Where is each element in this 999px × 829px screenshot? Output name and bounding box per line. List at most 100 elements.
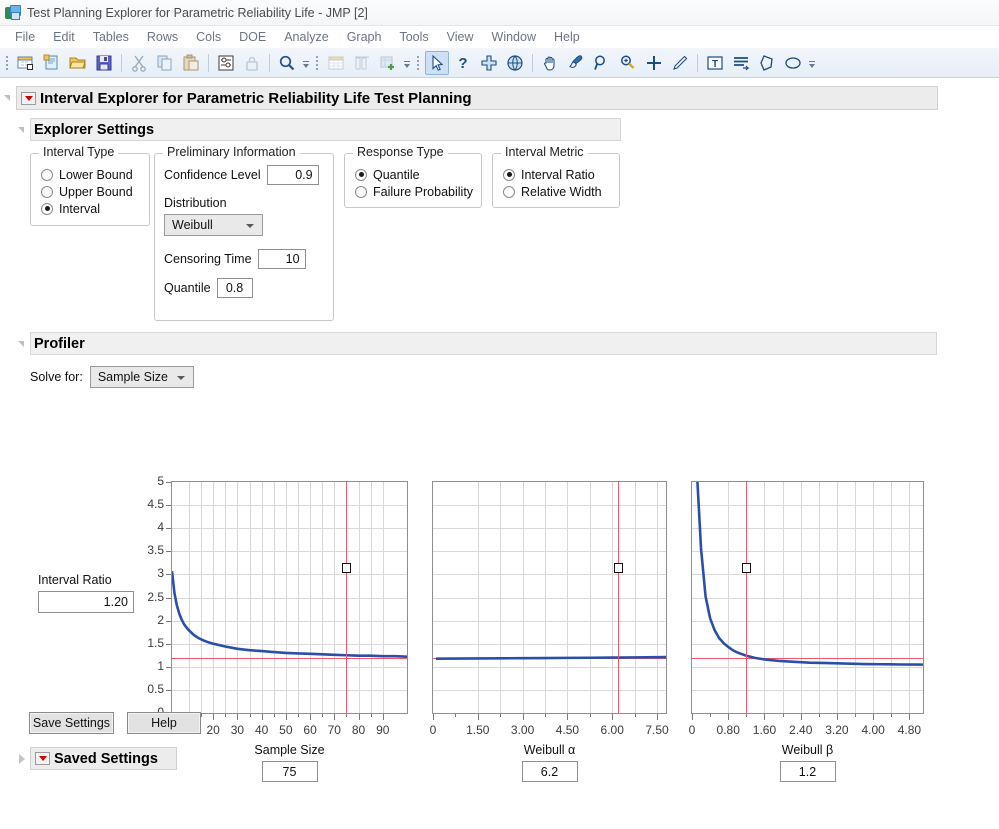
menu-item-tables[interactable]: Tables <box>84 30 138 44</box>
crosshair-icon[interactable] <box>477 51 501 75</box>
x-axis-minor-tick <box>545 714 546 717</box>
x-axis-minor-tick <box>590 714 591 717</box>
hand-grabber-icon[interactable] <box>538 51 562 75</box>
radio-label: Quantile <box>373 168 420 182</box>
factor-value-input[interactable]: 1.2 <box>780 761 836 782</box>
toolbar-overflow-icon[interactable] <box>402 52 412 74</box>
new-column-icon[interactable] <box>376 51 400 75</box>
columns-icon[interactable] <box>350 51 374 75</box>
cut-icon[interactable] <box>127 51 151 75</box>
toolbar-overflow-icon[interactable] <box>807 52 817 74</box>
toolbar-grip[interactable] <box>314 53 321 73</box>
confidence-level-input[interactable]: 0.9 <box>267 165 319 185</box>
y-axis-tick <box>166 505 171 506</box>
new-data-table-icon[interactable] <box>14 51 38 75</box>
y-axis-tick <box>166 528 171 529</box>
radio-lower-bound[interactable]: Lower Bound <box>41 166 133 183</box>
toolbar-overflow-icon[interactable] <box>301 52 311 74</box>
menu-item-doe[interactable]: DOE <box>230 30 275 44</box>
x-axis-tick <box>262 714 263 720</box>
menu-item-graph[interactable]: Graph <box>338 30 391 44</box>
data-table-icon[interactable] <box>324 51 348 75</box>
radio-failure-probability[interactable]: Failure Probability <box>355 183 473 200</box>
plot-frame[interactable] <box>171 481 408 714</box>
menu-item-cols[interactable]: Cols <box>187 30 230 44</box>
new-report-icon[interactable] <box>40 51 64 75</box>
x-axis-title: Weibull β <box>728 743 888 757</box>
help-button[interactable]: Help <box>127 712 201 734</box>
ellipse-icon[interactable] <box>781 51 805 75</box>
radio-circle-selected-icon <box>503 169 515 181</box>
x-axis-tick-label: 4.50 <box>545 723 589 737</box>
brush-icon[interactable] <box>564 51 588 75</box>
menu-item-tools[interactable]: Tools <box>390 30 437 44</box>
plot-frame[interactable] <box>432 481 667 714</box>
copy-icon[interactable] <box>153 51 177 75</box>
report-disclosure-triangle[interactable] <box>2 92 14 104</box>
script-window-icon[interactable] <box>214 51 238 75</box>
confidence-level-label: Confidence Level <box>164 168 261 182</box>
radio-relative-width[interactable]: Relative Width <box>503 183 602 200</box>
distribution-select[interactable]: Weibull <box>164 214 263 236</box>
question-help-icon[interactable]: ? <box>451 51 475 75</box>
menu-item-file[interactable]: File <box>6 30 44 44</box>
menu-item-edit[interactable]: Edit <box>44 30 84 44</box>
explorer-settings-disclosure-triangle[interactable] <box>16 124 28 136</box>
censoring-time-input[interactable]: 10 <box>258 249 306 269</box>
factor-value-input[interactable]: 6.2 <box>522 761 578 782</box>
curve-svg <box>433 482 666 713</box>
red-triangle-menu-icon[interactable] <box>21 92 36 105</box>
radio-quantile[interactable]: Quantile <box>355 166 473 183</box>
save-settings-button[interactable]: Save Settings <box>29 712 114 734</box>
pencil-icon[interactable] <box>668 51 692 75</box>
magnifier-icon[interactable] <box>590 51 614 75</box>
radio-interval[interactable]: Interval <box>41 200 133 217</box>
response-type-legend: Response Type <box>353 145 448 159</box>
crosshair-vertical[interactable] <box>746 482 747 713</box>
solve-for-select[interactable]: Sample Size <box>90 366 194 388</box>
plot-frame[interactable] <box>691 481 924 714</box>
lock-icon[interactable] <box>240 51 264 75</box>
data-curve <box>697 482 923 665</box>
saved-settings-row: Saved Settings <box>16 747 177 770</box>
response-value-input[interactable]: 1.20 <box>38 591 134 613</box>
paste-icon[interactable] <box>179 51 203 75</box>
save-file-icon[interactable] <box>92 51 116 75</box>
x-axis-minor-tick <box>274 714 275 717</box>
crosshair-vertical[interactable] <box>346 482 347 713</box>
zoom-in-icon[interactable] <box>616 51 640 75</box>
explorer-settings-title: Explorer Settings <box>34 122 154 138</box>
radio-upper-bound[interactable]: Upper Bound <box>41 183 133 200</box>
profiler-disclosure-triangle[interactable] <box>16 338 28 350</box>
arrow-select-icon[interactable] <box>425 51 449 75</box>
open-file-icon[interactable] <box>66 51 90 75</box>
menu-item-help[interactable]: Help <box>545 30 589 44</box>
quantile-input[interactable]: 0.8 <box>217 278 253 298</box>
crosshair-drag-handle[interactable] <box>614 563 623 573</box>
crosshair-drag-handle[interactable] <box>742 563 751 573</box>
factor-value-input[interactable]: 75 <box>262 761 318 782</box>
radio-interval-ratio[interactable]: Interval Ratio <box>503 166 602 183</box>
toolbar-grip[interactable] <box>4 53 11 73</box>
profiler-title: Profiler <box>34 336 85 352</box>
red-triangle-menu-icon[interactable] <box>35 752 50 765</box>
menu-item-analyze[interactable]: Analyze <box>275 30 337 44</box>
search-icon[interactable] <box>275 51 299 75</box>
menu-item-window[interactable]: Window <box>483 30 545 44</box>
crosshair-drag-handle[interactable] <box>342 563 351 573</box>
x-axis-tick <box>478 714 479 720</box>
x-axis-tick <box>764 714 765 720</box>
x-axis-tick-label: 4.80 <box>887 723 931 737</box>
polygon-icon[interactable] <box>755 51 779 75</box>
crosshairs-plus-icon[interactable] <box>642 51 666 75</box>
globe-brush-icon[interactable] <box>503 51 527 75</box>
lines-icon[interactable] <box>729 51 753 75</box>
text-annotate-icon[interactable]: T <box>703 51 727 75</box>
preliminary-information-group: Preliminary Information Confidence Level… <box>154 153 334 321</box>
svg-text:?: ? <box>458 55 467 72</box>
crosshair-vertical[interactable] <box>618 482 619 713</box>
menu-item-rows[interactable]: Rows <box>138 30 187 44</box>
menu-item-view[interactable]: View <box>438 30 483 44</box>
toolbar-grip[interactable] <box>415 53 422 73</box>
saved-settings-disclosure-triangle[interactable] <box>16 753 28 765</box>
